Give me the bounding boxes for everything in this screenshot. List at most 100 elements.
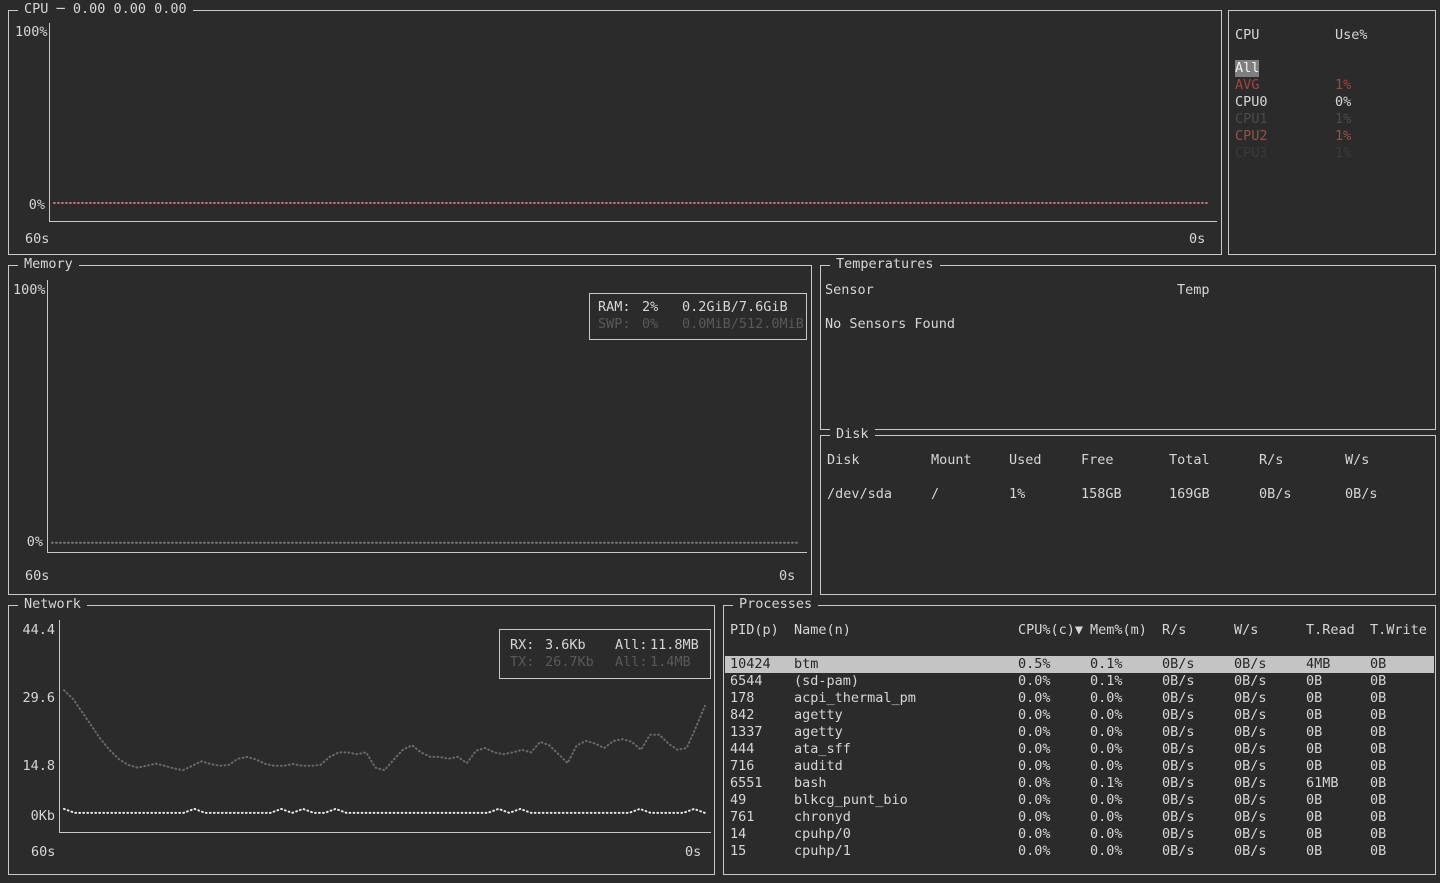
disk-header-row: Disk Mount Used Free Total R/s W/s xyxy=(821,452,1435,469)
cpu-legend-row[interactable]: AVG 1% xyxy=(1234,77,1430,94)
process-row[interactable]: 49blkcg_punt_bio0.0%0.0%0B/s0B/s0B0B xyxy=(725,792,1434,809)
network-y-label-3: 44.4 xyxy=(15,622,55,639)
cpu-legend-cell-0: CPU2 xyxy=(1235,128,1268,145)
temperatures-header-sensor[interactable]: Sensor xyxy=(825,282,874,299)
swap-legend-detail: 0.0MiB/512.0MiB xyxy=(682,316,804,333)
process-header-5[interactable]: W/s xyxy=(1234,622,1258,639)
disk-row[interactable]: /dev/sda/1%158GB169GB0B/s0B/s xyxy=(821,486,1435,503)
disk-panel-title: Disk xyxy=(830,426,875,443)
process-cell-1: cpuhp/0 xyxy=(794,826,851,843)
process-cell-3: 0.1% xyxy=(1090,673,1123,690)
process-cell-3: 0.1% xyxy=(1090,775,1123,792)
cpu-legend-cell-1: 1% xyxy=(1335,77,1351,94)
disk-cell-3: 158GB xyxy=(1081,486,1122,503)
process-cell-5: 0B/s xyxy=(1234,690,1267,707)
disk-cell-6: 0B/s xyxy=(1345,486,1378,503)
process-cell-2: 0.0% xyxy=(1018,724,1051,741)
process-cell-1: cpuhp/1 xyxy=(794,843,851,860)
process-cell-0: 6551 xyxy=(730,775,763,792)
memory-x-axis xyxy=(47,552,807,553)
process-row[interactable]: 6544(sd-pam)0.0%0.1%0B/s0B/s0B0B xyxy=(725,673,1434,690)
disk-header-4[interactable]: Total xyxy=(1169,452,1210,469)
disk-header-3[interactable]: Free xyxy=(1081,452,1114,469)
process-header-7[interactable]: T.Write xyxy=(1370,622,1427,639)
process-header-2[interactable]: CPU%(c)▼ xyxy=(1018,622,1083,639)
process-cell-4: 0B/s xyxy=(1162,826,1195,843)
cpu-y-max-label: 100% xyxy=(15,24,48,41)
cpu-legend-panel: CPU Use% AllAVG 1%CPU00%CPU11%CPU21%CPU31… xyxy=(1228,10,1436,255)
process-row[interactable]: 716auditd0.0%0.0%0B/s0B/s0B0B xyxy=(725,758,1434,775)
process-cell-0: 6544 xyxy=(730,673,763,690)
disk-header-5[interactable]: R/s xyxy=(1259,452,1283,469)
cpu-legend-header-cpu[interactable]: CPU xyxy=(1235,27,1259,44)
process-cell-7: 0B xyxy=(1370,826,1386,843)
swap-legend-label: SWP: xyxy=(598,316,631,333)
tx-legend-rate: 26.7Kb xyxy=(545,654,594,671)
cpu-y-min-label: 0% xyxy=(13,197,45,214)
process-header-0[interactable]: PID(p) xyxy=(730,622,779,639)
disk-cell-4: 169GB xyxy=(1169,486,1210,503)
swap-legend-percent: 0% xyxy=(642,316,658,333)
process-cell-4: 0B/s xyxy=(1162,656,1195,673)
process-header-3[interactable]: Mem%(m) xyxy=(1090,622,1147,639)
process-cell-4: 0B/s xyxy=(1162,792,1195,809)
network-y-label-0: 0Kb xyxy=(15,808,55,825)
disk-header-2[interactable]: Used xyxy=(1009,452,1042,469)
process-cell-5: 0B/s xyxy=(1234,775,1267,792)
process-cell-0: 10424 xyxy=(730,656,771,673)
cpu-legend-row[interactable]: CPU31% xyxy=(1234,145,1430,162)
disk-cell-1: / xyxy=(931,486,939,503)
process-cell-6: 61MB xyxy=(1306,775,1339,792)
process-row[interactable]: 178acpi_thermal_pm0.0%0.0%0B/s0B/s0B0B xyxy=(725,690,1434,707)
process-cell-3: 0.0% xyxy=(1090,758,1123,775)
disk-header-6[interactable]: W/s xyxy=(1345,452,1369,469)
process-cell-2: 0.0% xyxy=(1018,826,1051,843)
process-row[interactable]: 15cpuhp/10.0%0.0%0B/s0B/s0B0B xyxy=(725,843,1434,860)
process-cell-3: 0.0% xyxy=(1090,826,1123,843)
disk-header-1[interactable]: Mount xyxy=(931,452,972,469)
disk-header-0[interactable]: Disk xyxy=(827,452,860,469)
process-header-4[interactable]: R/s xyxy=(1162,622,1186,639)
process-cell-3: 0.0% xyxy=(1090,707,1123,724)
process-row[interactable]: 761chronyd0.0%0.0%0B/s0B/s0B0B xyxy=(725,809,1434,826)
process-cell-7: 0B xyxy=(1370,741,1386,758)
process-header-1[interactable]: Name(n) xyxy=(794,622,851,639)
cpu-legend-cell-1: 0% xyxy=(1335,94,1351,111)
network-x-left-label: 60s xyxy=(31,844,55,861)
process-cell-5: 0B/s xyxy=(1234,843,1267,860)
ram-legend-percent: 2% xyxy=(642,299,658,316)
process-row[interactable]: 10424btm0.5%0.1%0B/s0B/s4MB0B xyxy=(725,656,1434,673)
cpu-legend-row[interactable]: CPU00% xyxy=(1234,94,1430,111)
process-cell-2: 0.0% xyxy=(1018,843,1051,860)
network-legend: RX: 3.6Kb All: 11.8MB TX: 26.7Kb All: 1.… xyxy=(499,629,711,679)
process-header-6[interactable]: T.Read xyxy=(1306,622,1355,639)
process-row[interactable]: 1337agetty0.0%0.0%0B/s0B/s0B0B xyxy=(725,724,1434,741)
process-row[interactable]: 14cpuhp/00.0%0.0%0B/s0B/s0B0B xyxy=(725,826,1434,843)
cpu-usage-chart xyxy=(50,23,1216,221)
process-row[interactable]: 6551bash0.0%0.1%0B/s0B/s61MB0B xyxy=(725,775,1434,792)
process-cell-1: (sd-pam) xyxy=(794,673,859,690)
tx-legend-all-label: All: xyxy=(615,654,648,671)
process-row[interactable]: 842agetty0.0%0.0%0B/s0B/s0B0B xyxy=(725,707,1434,724)
process-cell-5: 0B/s xyxy=(1234,673,1267,690)
process-cell-2: 0.5% xyxy=(1018,656,1051,673)
cpu-legend-row[interactable]: All xyxy=(1234,60,1430,77)
process-cell-6: 0B xyxy=(1306,673,1322,690)
process-cell-4: 0B/s xyxy=(1162,724,1195,741)
temperatures-header-temp[interactable]: Temp xyxy=(1177,282,1210,299)
memory-x-right-label: 0s xyxy=(779,568,795,585)
memory-y-max-label: 100% xyxy=(13,282,46,299)
process-cell-1: acpi_thermal_pm xyxy=(794,690,916,707)
network-y-label-2: 29.6 xyxy=(15,690,55,707)
cpu-legend-cell-0: AVG xyxy=(1235,77,1259,94)
cpu-legend-row[interactable]: CPU21% xyxy=(1234,128,1430,145)
process-cell-4: 0B/s xyxy=(1162,707,1195,724)
process-cell-6: 0B xyxy=(1306,792,1322,809)
cpu-legend-row[interactable]: CPU11% xyxy=(1234,111,1430,128)
rx-legend-all-label: All: xyxy=(615,637,648,654)
process-cell-4: 0B/s xyxy=(1162,673,1195,690)
process-cell-6: 0B xyxy=(1306,843,1322,860)
process-row[interactable]: 444ata_sff0.0%0.0%0B/s0B/s0B0B xyxy=(725,741,1434,758)
disk-rows: /dev/sda/1%158GB169GB0B/s0B/s xyxy=(821,486,1435,503)
cpu-legend-header-use[interactable]: Use% xyxy=(1335,27,1368,44)
